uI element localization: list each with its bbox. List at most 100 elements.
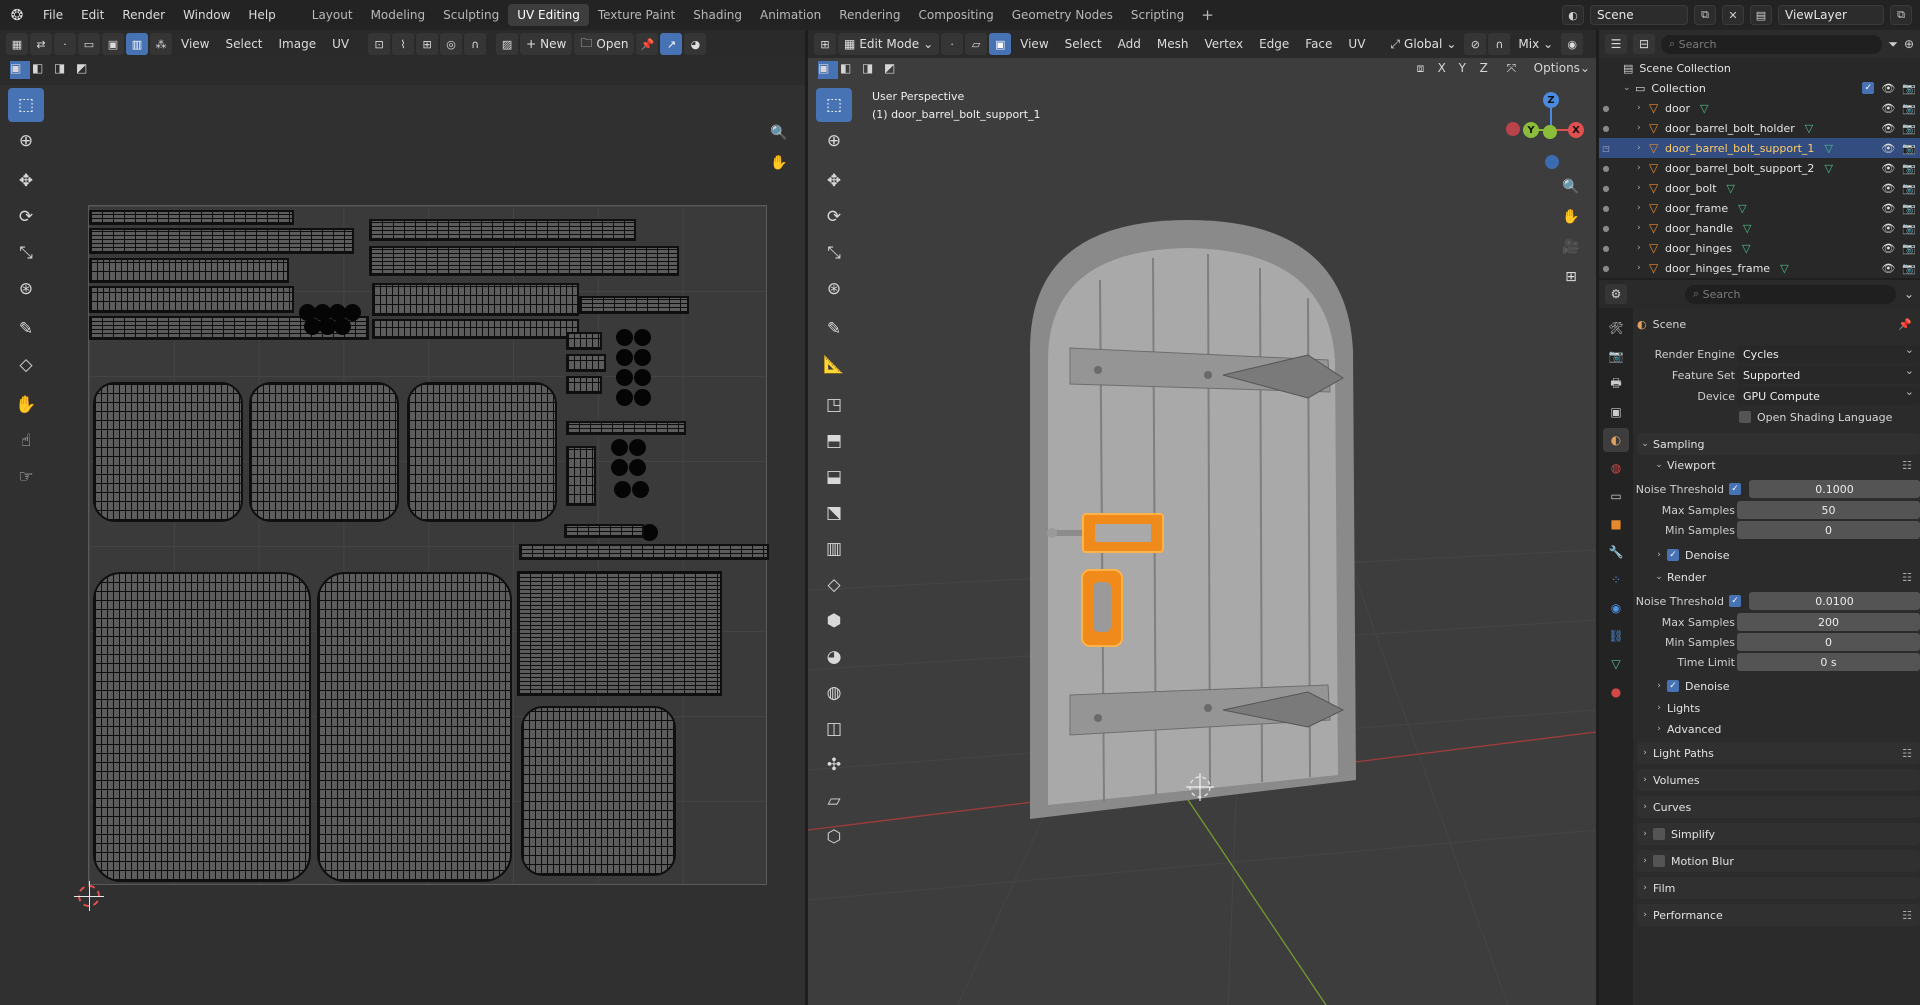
uv-island[interactable] <box>372 283 579 316</box>
view-layer-tab-icon[interactable]: ▣ <box>1603 400 1629 424</box>
extrude-icon[interactable]: ⬒ <box>816 424 852 458</box>
options-dropdown[interactable]: Options⌄ <box>1534 61 1590 79</box>
camera-view-icon[interactable]: 🎥 <box>1558 234 1584 260</box>
uv-edge-select-icon[interactable]: ▭ <box>78 33 100 55</box>
outliner-object-row[interactable]: ● › ▽ door_bolt ▽ 👁 📷 <box>1599 178 1920 198</box>
axis-z-toggle[interactable]: Z <box>1480 61 1498 79</box>
vp-menu-face[interactable]: Face <box>1298 33 1339 55</box>
edge-select-icon[interactable]: ▱ <box>965 33 988 55</box>
osl-checkbox[interactable] <box>1739 411 1751 423</box>
tab-scripting[interactable]: Scripting <box>1122 4 1193 26</box>
list-icon[interactable]: ☷ <box>1902 459 1912 472</box>
axis-y-toggle[interactable]: Y <box>1459 61 1477 79</box>
mirror-icon[interactable]: ⧈ <box>1417 61 1435 79</box>
vp-menu-uv[interactable]: UV <box>1341 33 1372 55</box>
proportional-icon[interactable]: ◉ <box>1561 33 1584 55</box>
menu-render[interactable]: Render <box>113 0 174 30</box>
spin-icon[interactable]: ◕ <box>816 640 852 674</box>
uv-island[interactable] <box>372 319 579 339</box>
visibility-eye-icon[interactable]: 👁 <box>1881 162 1895 175</box>
uv-island[interactable] <box>89 286 294 313</box>
bevel-icon[interactable]: ⬔ <box>816 496 852 530</box>
scene-icon[interactable]: ◐ <box>1562 5 1584 25</box>
tab-animation[interactable]: Animation <box>751 4 830 26</box>
exclude-checkbox[interactable]: ✓ <box>1862 81 1875 94</box>
r-max-samples-field[interactable]: 200 <box>1737 613 1920 631</box>
uv-island[interactable] <box>89 258 289 283</box>
scene-name-field[interactable]: Scene <box>1590 5 1688 25</box>
outliner-object-row[interactable]: ● › ▽ door ▽ 👁 📷 <box>1599 98 1920 118</box>
vp-pan-icon[interactable]: ✋ <box>1558 204 1584 230</box>
render-camera-icon[interactable]: 📷 <box>1902 202 1916 215</box>
outliner-object-row[interactable]: ● › ▽ door_hinges_frame ▽ 👁 📷 <box>1599 258 1920 278</box>
expand-arrow-icon[interactable]: › <box>1637 143 1649 153</box>
open-image-button[interactable]: 🗀 Open <box>574 33 635 55</box>
vp-zoom-icon[interactable]: 🔍 <box>1558 174 1584 200</box>
vp-menu-edge[interactable]: Edge <box>1252 33 1296 55</box>
transform-icon[interactable]: ⊛ <box>8 272 44 306</box>
overlay-toggle-icon[interactable]: ◕ <box>684 33 707 55</box>
uv-island[interactable] <box>369 246 679 276</box>
face-select-icon[interactable]: ▣ <box>989 33 1012 55</box>
uv-island[interactable] <box>564 524 644 538</box>
select-subtract-icon[interactable]: ◨ <box>54 61 74 79</box>
advanced-subpanel[interactable]: › Advanced <box>1637 718 1920 740</box>
vp-menu-view[interactable]: View <box>1013 33 1055 55</box>
menu-edit[interactable]: Edit <box>72 0 113 30</box>
uv-island[interactable] <box>93 572 311 882</box>
uv-island[interactable] <box>566 376 602 394</box>
visibility-eye-icon[interactable]: 👁 <box>1881 242 1895 255</box>
expand-arrow-icon[interactable]: › <box>1637 203 1649 213</box>
view-layer-field[interactable]: ViewLayer <box>1778 5 1884 25</box>
uv-menu-view[interactable]: View <box>174 33 216 55</box>
vp-select-box-icon[interactable]: ⬚ <box>816 88 852 122</box>
editor-type-icon[interactable]: ▦ <box>6 33 28 55</box>
r-min-samples-field[interactable]: 0 <box>1737 633 1920 651</box>
orientation-dropdown[interactable]: ⤢ Global ⌄ <box>1384 33 1462 55</box>
new-image-button[interactable]: + New <box>520 33 573 55</box>
gizmo-neg-z-icon[interactable] <box>1545 155 1559 169</box>
snap-icon[interactable]: ⌇ <box>392 33 415 55</box>
viewport-scene[interactable] <box>808 30 1596 1005</box>
lights-subpanel[interactable]: › Lights <box>1637 697 1920 719</box>
performance-panel[interactable]: › Performance ☷ <box>1637 904 1920 926</box>
uv-island[interactable] <box>566 332 602 350</box>
uv-face-select-icon[interactable]: ▣ <box>102 33 124 55</box>
outliner-object-row[interactable]: ● › ▽ door_handle ▽ 👁 📷 <box>1599 218 1920 238</box>
visibility-eye-icon[interactable]: 👁 <box>1881 102 1895 115</box>
simplify-panel[interactable]: › Simplify <box>1637 823 1920 845</box>
visibility-eye-icon[interactable]: 👁 <box>1881 82 1895 95</box>
volumes-panel[interactable]: › Volumes <box>1637 769 1920 791</box>
tab-uv-editing[interactable]: UV Editing <box>508 4 589 26</box>
mode-dropdown[interactable]: ▦ Edit Mode ⌄ <box>838 33 940 55</box>
r-denoise-subpanel[interactable]: › ✓ Denoise <box>1637 675 1920 697</box>
mix-dropdown[interactable]: Mix ⌄ <box>1512 33 1559 55</box>
uv-island[interactable] <box>369 219 636 241</box>
list-icon[interactable]: ☷ <box>1902 571 1912 584</box>
properties-search-input[interactable]: ⌕ Search <box>1685 284 1896 304</box>
tab-shading[interactable]: Shading <box>684 4 751 26</box>
render-camera-icon[interactable]: 📷 <box>1902 222 1916 235</box>
snap-magnet-icon[interactable]: ∩ <box>1488 33 1511 55</box>
vp-select-new-icon[interactable]: ▣ <box>818 61 838 79</box>
view-layer-icon[interactable]: ▤ <box>1750 5 1772 25</box>
output-tab-icon[interactable]: 🖶 <box>1603 372 1629 396</box>
axis-x-toggle[interactable]: X <box>1438 61 1456 79</box>
uv-canvas[interactable]: 🔍 ✋ <box>0 85 805 1005</box>
gizmo-neg-x-icon[interactable] <box>1506 122 1520 136</box>
rip-region-icon[interactable]: ⬡ <box>816 820 852 854</box>
render-camera-icon[interactable]: 📷 <box>1902 82 1916 95</box>
rip-icon[interactable]: ◇ <box>8 348 44 382</box>
vp-annotate-icon[interactable]: ✎ <box>816 312 852 346</box>
move-icon[interactable]: ✥ <box>8 164 44 198</box>
r-denoise-checkbox[interactable]: ✓ <box>1667 680 1679 692</box>
rotate-icon[interactable]: ⟳ <box>8 200 44 234</box>
vp-denoise-subpanel[interactable]: › ✓ Denoise <box>1637 544 1920 566</box>
chevron-down-icon[interactable]: ⌄ <box>1904 287 1914 301</box>
select-box-icon[interactable]: ⬚ <box>8 88 44 122</box>
uv-island[interactable] <box>317 572 512 882</box>
visibility-eye-icon[interactable]: 👁 <box>1881 182 1895 195</box>
properties-type-icon[interactable]: ⚙ <box>1605 284 1627 304</box>
vp-select-extend-icon[interactable]: ◧ <box>840 61 860 79</box>
gizmo-z-icon[interactable]: Z <box>1543 92 1559 108</box>
